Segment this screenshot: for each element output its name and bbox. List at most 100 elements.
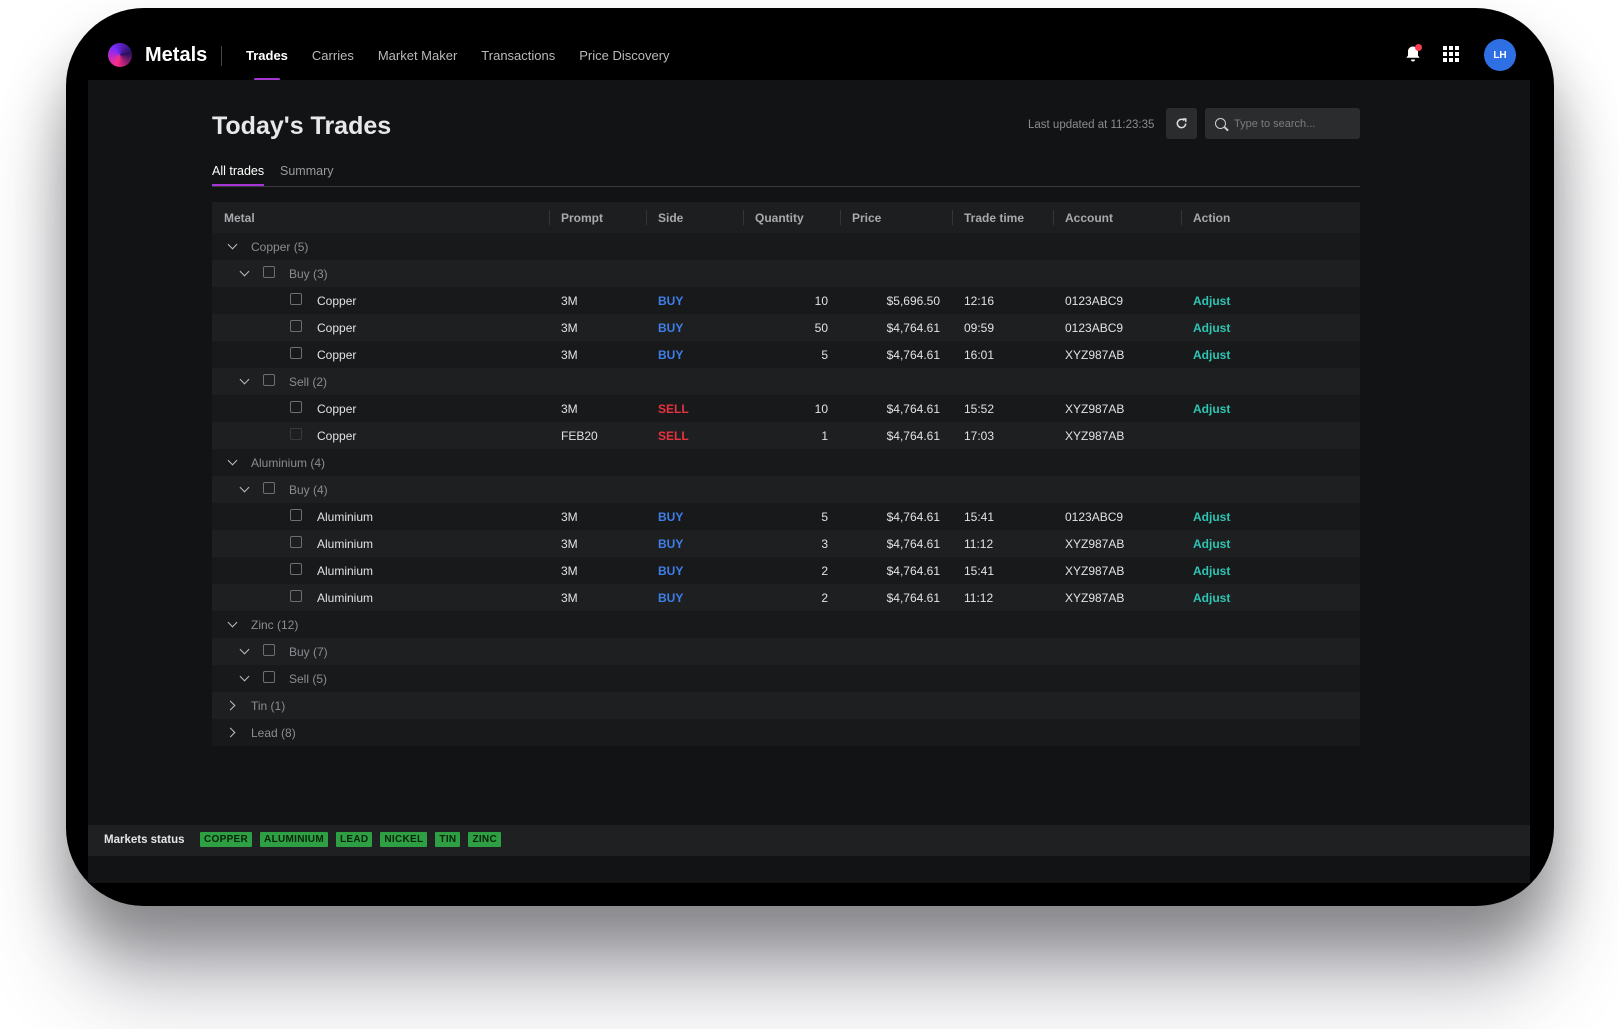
group-label: Tin (1): [251, 699, 286, 713]
column-divider[interactable]: [646, 210, 647, 225]
table-row[interactable]: Copper 3M BUY 10 $5,696.50 12:16 0123ABC9 Adjus…: [212, 287, 1360, 314]
row-checkbox[interactable]: [290, 509, 302, 521]
bell-icon[interactable]: [1403, 44, 1423, 64]
cell-metal: Copper: [317, 402, 357, 416]
cell-account: XYZ987AB: [1065, 429, 1125, 443]
table-row[interactable]: Copper 3M BUY 5 $4,764.61 16:01 XYZ987AB Adjust: [212, 341, 1360, 368]
group-row[interactable]: Buy (7): [212, 638, 1360, 665]
adjust-link[interactable]: Adjust: [1193, 510, 1230, 524]
chevron-down-icon[interactable]: [238, 266, 252, 280]
group-row[interactable]: Aluminium (4): [212, 449, 1360, 476]
column-header-account[interactable]: Account: [1065, 211, 1113, 225]
nav-link-price-discovery[interactable]: Price Discovery: [579, 48, 669, 63]
adjust-link[interactable]: Adjust: [1193, 321, 1230, 335]
column-header-metal[interactable]: Metal: [224, 211, 255, 225]
chevron-down-icon[interactable]: [226, 617, 240, 631]
chevron-down-icon[interactable]: [238, 644, 252, 658]
table-row[interactable]: Copper FEB20 SELL 1 $4,764.61 17:03 XYZ987AB: [212, 422, 1360, 449]
row-checkbox[interactable]: [290, 563, 302, 575]
adjust-link[interactable]: Adjust: [1193, 537, 1230, 551]
cell-quantity: 10: [814, 294, 828, 308]
group-checkbox[interactable]: [263, 266, 275, 278]
apps-grid-icon[interactable]: [1443, 46, 1459, 62]
cell-trade-time: 12:16: [964, 294, 995, 308]
table-row[interactable]: Copper 3M SELL 10 $4,764.61 15:52 XYZ987AB Adju…: [212, 395, 1360, 422]
group-row[interactable]: Buy (3): [212, 260, 1360, 287]
table-row[interactable]: Aluminium 3M BUY 2 $4,764.61 15:41 XYZ987AB Adj…: [212, 557, 1360, 584]
group-checkbox[interactable]: [263, 671, 275, 683]
cell-quantity: 10: [814, 402, 828, 416]
cell-quantity: 2: [821, 591, 828, 605]
column-header-price[interactable]: Price: [852, 211, 881, 225]
chevron-right-icon[interactable]: [226, 725, 240, 739]
chevron-down-icon[interactable]: [238, 482, 252, 496]
group-row[interactable]: Sell (5): [212, 665, 1360, 692]
group-checkbox[interactable]: [263, 644, 275, 656]
row-checkbox[interactable]: [290, 590, 302, 602]
cell-account: XYZ987AB: [1065, 348, 1125, 362]
column-header-quantity[interactable]: Quantity: [755, 211, 804, 225]
group-checkbox[interactable]: [263, 374, 275, 386]
nav-link-market-maker[interactable]: Market Maker: [378, 48, 457, 63]
cell-price: $5,696.50: [886, 294, 940, 308]
column-header-trade-time[interactable]: Trade time: [964, 211, 1024, 225]
page-title: Today's Trades: [212, 112, 392, 140]
tab-summary[interactable]: Summary: [280, 164, 333, 178]
row-checkbox[interactable]: [290, 320, 302, 332]
cell-trade-time: 15:41: [964, 564, 995, 578]
metals-logo-icon[interactable]: [108, 43, 132, 67]
cell-prompt: 3M: [561, 510, 578, 524]
adjust-link[interactable]: Adjust: [1193, 591, 1230, 605]
nav-link-carries[interactable]: Carries: [312, 48, 354, 63]
cell-prompt: 3M: [561, 537, 578, 551]
table-row[interactable]: Aluminium 3M BUY 5 $4,764.61 15:41 0123ABC9 Adj…: [212, 503, 1360, 530]
adjust-link[interactable]: Adjust: [1193, 564, 1230, 578]
cell-price: $4,764.61: [886, 348, 940, 362]
chevron-right-icon[interactable]: [226, 698, 240, 712]
chevron-down-icon[interactable]: [238, 374, 252, 388]
column-divider[interactable]: [1181, 210, 1182, 225]
chevron-down-icon[interactable]: [226, 239, 240, 253]
table-row[interactable]: Copper 3M BUY 50 $4,764.61 09:59 0123ABC9 Adjus…: [212, 314, 1360, 341]
row-checkbox[interactable]: [290, 536, 302, 548]
table-row[interactable]: Aluminium 3M BUY 2 $4,764.61 11:12 XYZ987AB Adj…: [212, 584, 1360, 611]
chevron-down-icon[interactable]: [226, 455, 240, 469]
group-row[interactable]: Buy (4): [212, 476, 1360, 503]
group-row[interactable]: Copper (5): [212, 233, 1360, 260]
column-header-prompt[interactable]: Prompt: [561, 211, 603, 225]
group-checkbox[interactable]: [263, 482, 275, 494]
column-header-side[interactable]: Side: [658, 211, 683, 225]
adjust-link[interactable]: Adjust: [1193, 348, 1230, 362]
column-divider[interactable]: [952, 210, 953, 225]
column-divider[interactable]: [549, 210, 550, 225]
group-row[interactable]: Zinc (12): [212, 611, 1360, 638]
tab-all-trades[interactable]: All trades: [212, 164, 265, 186]
column-divider[interactable]: [840, 210, 841, 225]
adjust-link[interactable]: Adjust: [1193, 294, 1230, 308]
row-checkbox[interactable]: [290, 347, 302, 359]
chevron-down-icon[interactable]: [238, 671, 252, 685]
adjust-link[interactable]: Adjust: [1193, 402, 1230, 416]
column-divider[interactable]: [743, 210, 744, 225]
cell-account: XYZ987AB: [1065, 402, 1125, 416]
nav-link-trades[interactable]: Trades: [246, 48, 288, 81]
cell-price: $4,764.61: [886, 402, 940, 416]
table-row[interactable]: Aluminium 3M BUY 3 $4,764.61 11:12 XYZ987AB Adj…: [212, 530, 1360, 557]
markets-status-label: Markets status: [104, 834, 185, 846]
cell-quantity: 5: [821, 348, 828, 362]
row-checkbox[interactable]: [290, 401, 302, 413]
group-row[interactable]: Lead (8): [212, 719, 1360, 746]
row-checkbox[interactable]: [290, 293, 302, 305]
brand-name[interactable]: Metals: [145, 44, 207, 67]
cell-quantity: 1: [821, 429, 828, 443]
search-box: [1205, 108, 1360, 139]
refresh-button[interactable]: [1166, 108, 1197, 139]
group-row[interactable]: Tin (1): [212, 692, 1360, 719]
group-row[interactable]: Sell (2): [212, 368, 1360, 395]
column-header-action[interactable]: Action: [1193, 211, 1230, 225]
column-divider[interactable]: [1053, 210, 1054, 225]
nav-link-transactions[interactable]: Transactions: [481, 48, 555, 63]
search-input[interactable]: [1232, 116, 1356, 131]
cell-price: $4,764.61: [886, 591, 940, 605]
user-avatar[interactable]: LH: [1484, 39, 1516, 71]
